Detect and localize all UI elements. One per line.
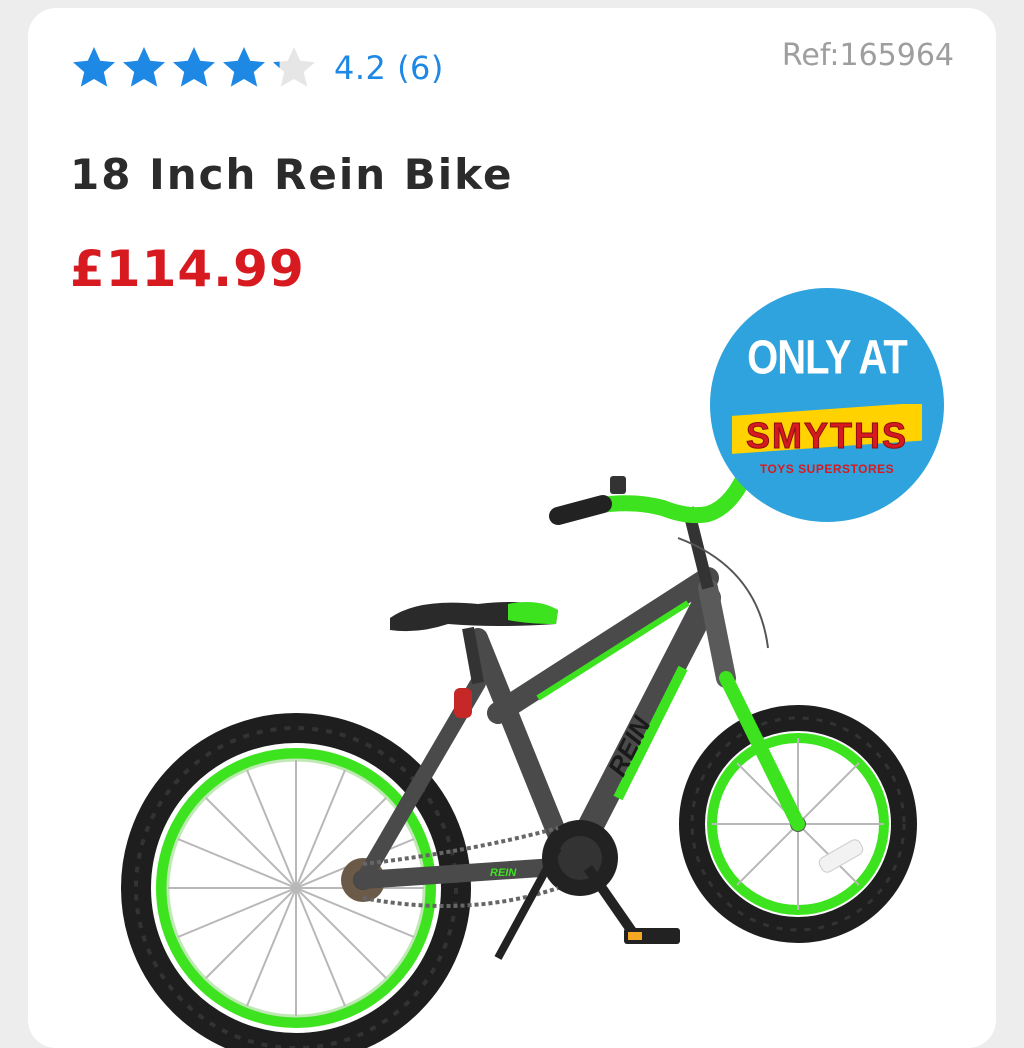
- smyths-logo: SMYTHS: [732, 404, 922, 457]
- star-icon: [173, 47, 215, 87]
- rating-row[interactable]: 4.2 (6): [70, 44, 444, 92]
- product-title: 18 Inch Rein Bike: [70, 150, 514, 199]
- badge-subtitle: TOYS SUPERSTORES: [759, 462, 895, 476]
- exclusive-badge: ONLY AT SMYTHS TOYS SUPERSTORES: [710, 288, 944, 522]
- badge-title: ONLY AT: [747, 331, 908, 385]
- star-icon: [123, 47, 165, 87]
- product-card: 4.2 (6) Ref:165964 18 Inch Rein Bike £11…: [28, 8, 996, 1048]
- smyths-logo-text: SMYTHS: [746, 415, 908, 456]
- star-icon: [73, 47, 115, 87]
- rating-stars[interactable]: [70, 44, 320, 92]
- star-partial-icon: [273, 47, 315, 87]
- product-price: £114.99: [70, 240, 305, 298]
- rating-summary[interactable]: 4.2 (6): [334, 49, 444, 87]
- product-ref: Ref:165964: [781, 38, 954, 73]
- rear-wheel: [121, 713, 471, 1048]
- chainguard-text: REIN: [490, 867, 517, 879]
- star-icon: [223, 47, 265, 87]
- product-image[interactable]: REIN REIN: [118, 448, 958, 1048]
